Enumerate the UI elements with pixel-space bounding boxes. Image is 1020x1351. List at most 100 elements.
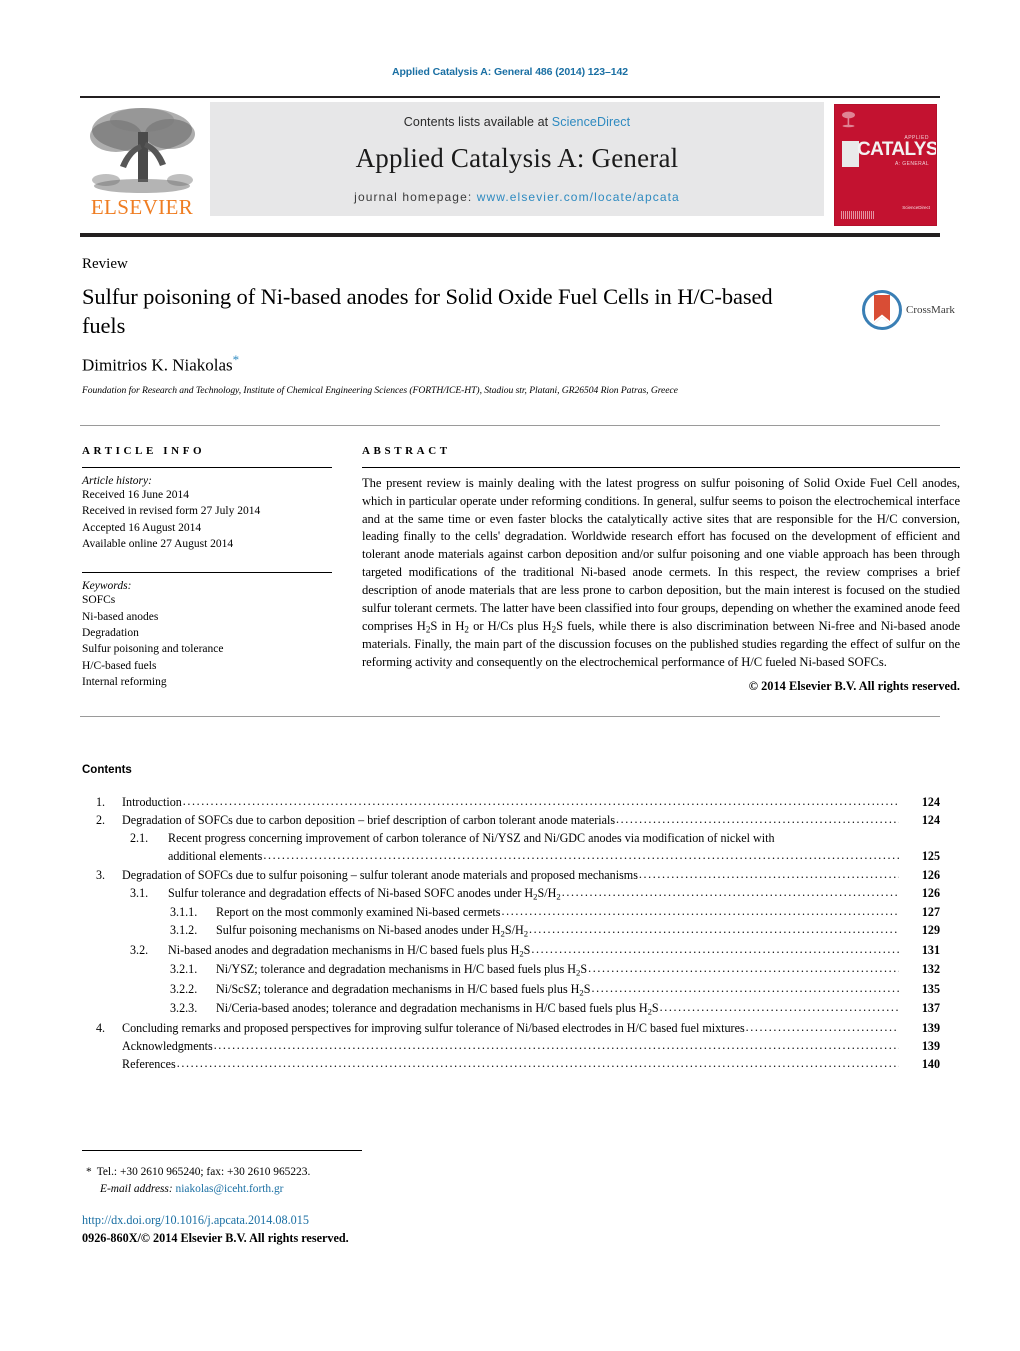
toc-entry-number: 3.1. [130, 885, 149, 900]
toc-leader-dots: ........................................… [588, 961, 899, 976]
toc-entry-continuation[interactable]: additional elements.....................… [82, 847, 940, 865]
contents-available-line: Contents lists available at ScienceDirec… [210, 102, 824, 129]
toc-page-number: 126 [921, 885, 940, 900]
toc-entry[interactable]: 2.1. Recent progress concerning improveme… [82, 829, 940, 847]
toc-entry-title: Degradation of SOFCs due to carbon depos… [122, 813, 616, 828]
toc-leader-dots: ........................................… [529, 922, 899, 937]
toc-leader-dots: ........................................… [745, 1019, 899, 1034]
abstract-divider [362, 467, 960, 468]
toc-entry-number: 2. [96, 813, 106, 828]
journal-masthead: ELSEVIER Contents lists available at Sci… [80, 96, 940, 231]
toc-entry[interactable]: 3. Degradation of SOFCs due to sulfur poi… [82, 866, 940, 884]
elsevier-tree-icon [90, 108, 195, 193]
toc-leader-dots: ........................................… [531, 941, 899, 956]
article-history-item: Available online 27 August 2014 [82, 537, 234, 550]
toc-leader-dots: ........................................… [176, 1056, 899, 1071]
toc-entry-title: Report on the most commonly examined Ni-… [216, 905, 501, 920]
keywords-divider [82, 572, 332, 574]
doi-link[interactable]: http://dx.doi.org/10.1016/j.apcata.2014.… [82, 1212, 349, 1230]
toc-leader-dots: ........................................… [213, 1038, 899, 1053]
toc-entry[interactable]: 3.1.1. Report on the most commonly examin… [82, 903, 940, 921]
toc-entry[interactable]: 4. Concluding remarks and proposed perspe… [82, 1019, 940, 1037]
keywords-block: Keywords: SOFCs Ni-based anodes Degradat… [82, 580, 332, 690]
toc-leader-dots: ........................................… [561, 884, 899, 899]
journal-homepage-url[interactable]: www.elsevier.com/locate/apcata [477, 190, 680, 204]
toc-entry[interactable]: Acknowledgments.........................… [82, 1037, 940, 1055]
abstract-body: The present review is mainly dealing wit… [362, 476, 960, 669]
corresponding-author-footnote: * Tel.: +30 2610 965240; fax: +30 2610 96… [86, 1164, 310, 1198]
crossmark-badge[interactable]: CrossMark [862, 288, 962, 332]
issn-copyright-line: 0926-860X/© 2014 Elsevier B.V. All right… [82, 1230, 349, 1245]
footnote-rule [82, 1150, 362, 1151]
cover-sub-text: A: GENERAL [894, 161, 929, 167]
toc-entry[interactable]: 3.2.2. Ni/ScSZ; tolerance and degradation… [82, 980, 940, 1000]
toc-entry-title: Acknowledgments [122, 1039, 213, 1054]
keyword-item: SOFCs [82, 594, 116, 607]
email-address-link[interactable]: niakolas@iceht.forth.gr [176, 1183, 284, 1195]
crossmark-label: CrossMark [906, 304, 955, 316]
article-title: Sulfur poisoning of Ni-based anodes for … [82, 284, 773, 338]
abstract-heading: ABSTRACT [362, 445, 451, 457]
toc-entry[interactable]: 3.1.2. Sulfur poisoning mechanisms on Ni-… [82, 921, 940, 941]
toc-page-number: 139 [921, 1039, 940, 1054]
toc-page-number: 127 [921, 905, 940, 920]
toc-entry[interactable]: 1. Introduction..........................… [82, 793, 940, 811]
contents-available-prefix: Contents lists available at [403, 115, 552, 129]
toc-entry-title-continued: additional elements [168, 849, 263, 864]
keyword-item: Internal reforming [82, 675, 167, 688]
toc-entry-number: 2.1. [130, 831, 149, 846]
toc-page-number: 137 [921, 1001, 940, 1016]
toc-entry[interactable]: 3.2. Ni-based anodes and degradation mech… [82, 941, 940, 961]
toc-page-number: 124 [921, 813, 940, 828]
article-history-item: Received in revised form 27 July 2014 [82, 505, 261, 518]
journal-homepage-label: journal homepage: [354, 190, 477, 204]
toc-entry-title: Ni/YSZ; tolerance and degradation mechan… [216, 962, 588, 978]
toc-entry-title: Ni-based anodes and degradation mechanis… [168, 942, 531, 959]
toc-leader-dots: ........................................… [659, 1000, 899, 1015]
toc-entry[interactable]: 3.1. Sulfur tolerance and degradation eff… [82, 884, 940, 904]
info-section-top-rule [80, 425, 940, 426]
cover-elsevier-tree-icon [842, 111, 855, 128]
toc-entry-number: 3.2.1. [170, 962, 198, 977]
cover-top-text: APPLIED [904, 135, 929, 141]
footnote-tel-line: * Tel.: +30 2610 965240; fax: +30 2610 96… [86, 1164, 310, 1181]
toc-entry-title: Ni/Ceria-based anodes; tolerance and deg… [216, 1001, 659, 1017]
journal-cover-block: CATALYSIS APPLIED A: GENERAL ScienceDire… [834, 102, 940, 233]
contents-heading: Contents [82, 764, 132, 776]
toc-entry-title: Sulfur tolerance and degradation effects… [168, 885, 561, 902]
cover-barcode [841, 211, 875, 219]
footnote-marker: * [86, 1166, 92, 1178]
cover-footer-text: ScienceDirect [902, 205, 930, 211]
article-info-heading: ARTICLE INFO [82, 445, 206, 457]
toc-leader-dots: ........................................… [182, 794, 899, 808]
article-history-label: Article history: [82, 475, 152, 487]
toc-entry-title: Degradation of SOFCs due to sulfur poiso… [122, 867, 638, 882]
toc-entry-number: 3.2.3. [170, 1001, 198, 1016]
article-type-label: Review [82, 256, 128, 272]
toc-entry-title: Recent progress concerning improvement o… [168, 831, 775, 846]
toc-entry-title: Concluding remarks and proposed perspect… [122, 1020, 745, 1035]
toc-entry[interactable]: References..............................… [82, 1055, 940, 1073]
doi-footer: http://dx.doi.org/10.1016/j.apcata.2014.… [82, 1212, 349, 1247]
running-head: Applied Catalysis A: General 486 (2014) … [392, 66, 628, 78]
author-footnote-marker[interactable]: * [233, 352, 240, 367]
toc-page-number: 129 [921, 923, 940, 938]
toc-leader-dots: ........................................… [501, 904, 899, 919]
toc-entry[interactable]: 3.2.3. Ni/Ceria-based anodes; tolerance a… [82, 999, 940, 1019]
keywords-label: Keywords: [82, 580, 132, 593]
footnote-tel-text: Tel.: +30 2610 965240; fax: +30 2610 965… [96, 1166, 311, 1178]
toc-entry[interactable]: 2. Degradation of SOFCs due to carbon dep… [82, 811, 940, 829]
toc-leader-dots: ........................................… [591, 980, 900, 995]
toc-page-number: 139 [921, 1020, 940, 1035]
author-list: Dimitrios K. Niakolas* [82, 352, 239, 376]
elsevier-logo-block: ELSEVIER [80, 102, 204, 233]
toc-page-number: 124 [921, 795, 940, 809]
keyword-item: Sulfur poisoning and tolerance [82, 643, 224, 656]
journal-article-first-page: Applied Catalysis A: General 486 (2014) … [0, 0, 1020, 1351]
toc-entry[interactable]: 3.2.1. Ni/YSZ; tolerance and degradation … [82, 960, 940, 980]
toc-entry-title: Introduction [122, 795, 182, 809]
keyword-item: H/C-based fuels [82, 659, 157, 672]
abstract-column: ABSTRACT The present review is mainly de… [362, 445, 960, 694]
sciencedirect-link[interactable]: ScienceDirect [552, 115, 630, 129]
keyword-item: Ni-based anodes [82, 610, 159, 623]
